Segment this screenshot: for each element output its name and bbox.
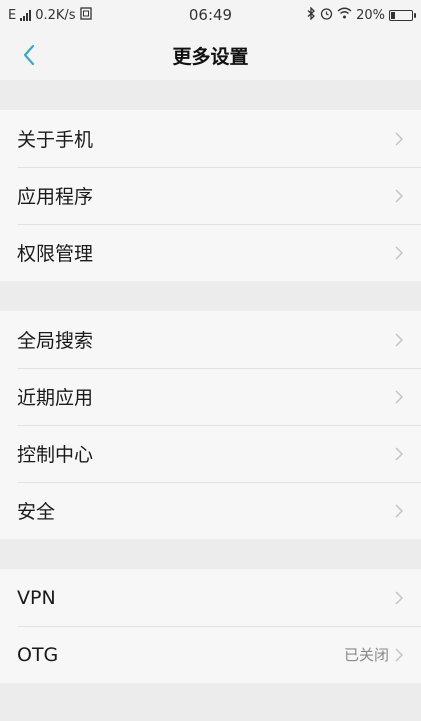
settings-item-apps[interactable]: 应用程序	[0, 167, 421, 224]
settings-item-security[interactable]: 安全	[0, 482, 421, 539]
settings-item-recent-apps[interactable]: 近期应用	[0, 368, 421, 425]
settings-item-vpn[interactable]: VPN	[0, 569, 421, 626]
settings-group-connections: VPN OTG 已关闭	[0, 569, 421, 683]
page-title: 更多设置	[172, 45, 249, 68]
status-bar: E 0.2K/s 06:49 20%	[0, 0, 421, 30]
network-speed: 0.2K/s	[35, 7, 76, 23]
chevron-right-icon	[395, 389, 405, 405]
status-right: 20%	[307, 5, 416, 24]
signal-icon	[20, 9, 32, 21]
settings-item-label: 应用程序	[17, 186, 94, 208]
chevron-right-icon	[395, 503, 405, 519]
alarm-icon	[320, 7, 333, 24]
settings-item-control-center[interactable]: 控制中心	[0, 425, 421, 482]
settings-item-otg[interactable]: OTG 已关闭	[0, 626, 421, 683]
settings-item-label: 控制中心	[17, 444, 94, 466]
status-left: E 0.2K/s	[8, 6, 92, 24]
battery-level	[391, 11, 396, 19]
settings-group-device: 关于手机 应用程序 权限管理	[0, 110, 421, 281]
back-button[interactable]	[14, 40, 44, 70]
sim-icon	[79, 6, 92, 24]
battery-icon	[389, 9, 416, 21]
section-divider	[0, 539, 421, 569]
chevron-right-icon	[395, 590, 405, 606]
settings-item-label: OTG	[17, 643, 59, 666]
battery-percent: 20%	[356, 7, 385, 23]
chevron-right-icon	[395, 188, 405, 204]
network-type: E	[8, 7, 17, 23]
wifi-icon	[337, 7, 352, 23]
settings-item-about-phone[interactable]: 关于手机	[0, 110, 421, 167]
settings-item-label: VPN	[17, 586, 56, 609]
section-divider	[0, 80, 421, 110]
settings-group-system: 全局搜索 近期应用 控制中心 安全	[0, 311, 421, 539]
chevron-right-icon	[395, 446, 405, 462]
chevron-right-icon	[395, 647, 405, 663]
bluetooth-icon	[307, 5, 316, 24]
settings-item-global-search[interactable]: 全局搜索	[0, 311, 421, 368]
settings-item-label: 近期应用	[17, 387, 94, 409]
chevron-left-icon	[23, 44, 35, 66]
settings-item-right: 已关闭	[344, 644, 405, 665]
settings-item-label: 权限管理	[17, 243, 94, 265]
settings-item-label: 安全	[17, 501, 56, 523]
settings-item-label: 全局搜索	[17, 330, 94, 352]
settings-item-label: 关于手机	[17, 129, 94, 151]
settings-item-permissions[interactable]: 权限管理	[0, 224, 421, 281]
otg-status-value: 已关闭	[343, 646, 389, 664]
section-divider	[0, 281, 421, 311]
chevron-right-icon	[395, 131, 405, 147]
navigation-header: 更多设置	[0, 30, 421, 80]
chevron-right-icon	[395, 332, 405, 348]
chevron-right-icon	[395, 245, 405, 261]
